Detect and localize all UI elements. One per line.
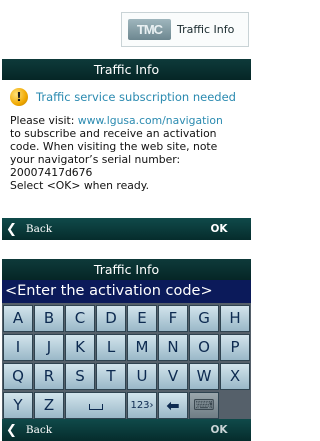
traffic-info-button[interactable]: TMC Traffic Info (121, 12, 249, 47)
screen-title: Traffic Info (2, 259, 251, 280)
back-label: Back (25, 424, 53, 436)
key-l[interactable]: L (96, 334, 126, 361)
key-r[interactable]: R (34, 363, 64, 390)
key-f[interactable]: F (158, 305, 188, 332)
back-arrow-icon: ❮ (6, 221, 17, 237)
message-title: Traffic service subscription needed (36, 90, 236, 104)
numeric-mode-key[interactable]: 123› (127, 392, 157, 419)
space-icon (88, 404, 103, 410)
keyboard-row: A B C D E F G H (3, 305, 251, 333)
ok-button[interactable]: OK (191, 220, 247, 238)
key-p[interactable]: P (220, 334, 250, 361)
key-c[interactable]: C (65, 305, 95, 332)
message-line: code. When visiting the web site, note (10, 140, 218, 154)
tmc-logo-icon: TMC (128, 19, 171, 40)
key-y[interactable]: Y (3, 392, 33, 419)
key-b[interactable]: B (34, 305, 64, 332)
message-line: to subscribe and receive an activation (10, 127, 217, 141)
on-screen-keyboard: A B C D E F G H I J K L M N O P Q R S T … (2, 303, 251, 419)
ok-button[interactable]: OK (191, 421, 247, 439)
message-header: ! Traffic service subscription needed (10, 88, 243, 106)
key-w[interactable]: W (189, 363, 219, 390)
subscription-dialog: Traffic Info ! Traffic service subscript… (2, 59, 251, 240)
key-k[interactable]: K (65, 334, 95, 361)
key-o[interactable]: O (189, 334, 219, 361)
key-s[interactable]: S (65, 363, 95, 390)
serial-number: 20007417d676 (10, 166, 93, 180)
key-g[interactable]: G (189, 305, 219, 332)
keyboard-layout-key[interactable]: ⌨ (189, 392, 219, 419)
key-h[interactable]: H (220, 305, 250, 332)
dialog-bottom-bar: ❮ Back OK (2, 218, 251, 240)
space-key[interactable] (65, 392, 126, 419)
message-line: Please visit: (10, 114, 78, 127)
key-q[interactable]: Q (3, 363, 33, 390)
activation-code-screen: Traffic Info <Enter the activation code>… (2, 259, 251, 441)
back-button[interactable]: ❮ Back (6, 421, 72, 439)
key-n[interactable]: N (158, 334, 188, 361)
key-x[interactable]: X (220, 363, 250, 390)
back-label: Back (25, 223, 53, 235)
exclamation-icon: ! (10, 88, 28, 106)
backspace-key[interactable]: ⬅ (158, 392, 188, 419)
key-j[interactable]: J (34, 334, 64, 361)
website-link[interactable]: www.lgusa.com/navigation (78, 114, 223, 127)
keyboard-row: Y Z 123› ⬅ ⌨ (3, 392, 251, 420)
keyboard-row: I J K L M N O P (3, 334, 251, 362)
keyboard-icon: ⌨ (193, 396, 215, 414)
back-arrow-icon: ❮ (6, 422, 17, 438)
key-i[interactable]: I (3, 334, 33, 361)
key-t[interactable]: T (96, 363, 126, 390)
key-u[interactable]: U (127, 363, 157, 390)
message-area: ! Traffic service subscription needed Pl… (2, 80, 251, 217)
key-v[interactable]: V (158, 363, 188, 390)
keyboard-row: Q R S T U V W X (3, 363, 251, 391)
back-button[interactable]: ❮ Back (6, 220, 72, 238)
key-m[interactable]: M (127, 334, 157, 361)
key-e[interactable]: E (127, 305, 157, 332)
backspace-arrow-icon: ⬅ (166, 396, 180, 415)
activation-code-input[interactable]: <Enter the activation code> (2, 280, 251, 303)
key-d[interactable]: D (96, 305, 126, 332)
message-line: your navigator’s serial number: (10, 153, 181, 167)
key-z[interactable]: Z (34, 392, 64, 419)
dialog-title: Traffic Info (2, 59, 251, 80)
message-body: Please visit: www.lgusa.com/navigation t… (10, 114, 243, 193)
key-a[interactable]: A (3, 305, 33, 332)
message-line: Select <OK> when ready. (10, 179, 150, 193)
screen-bottom-bar: ❮ Back OK (2, 419, 251, 441)
traffic-info-button-label: Traffic Info (177, 23, 235, 36)
